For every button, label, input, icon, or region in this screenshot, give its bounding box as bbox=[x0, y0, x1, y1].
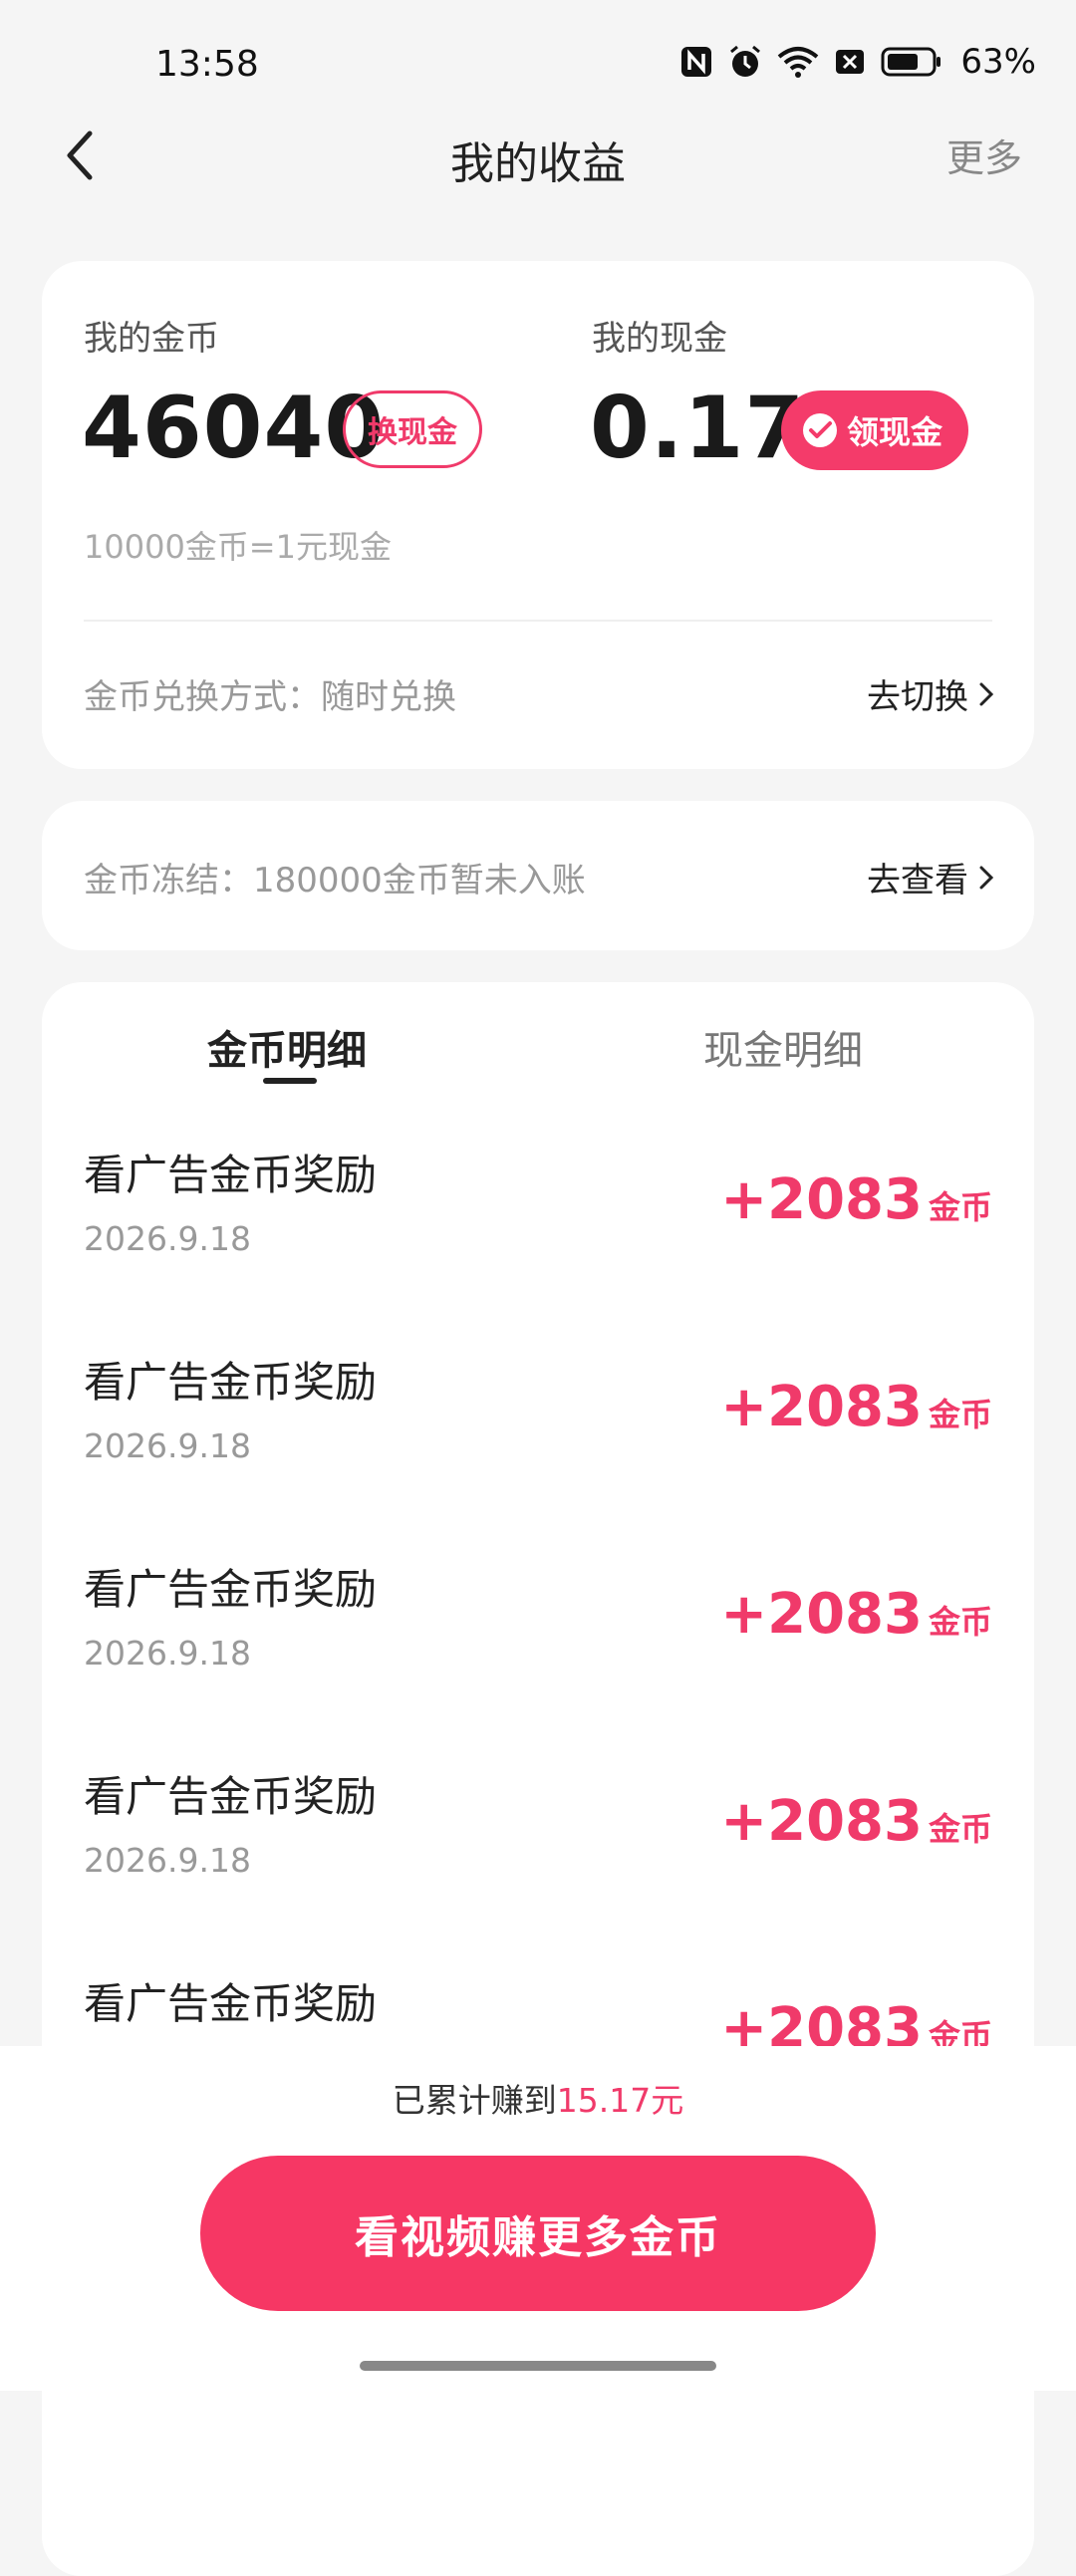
page-title: 我的收益 bbox=[450, 138, 626, 189]
record-date: 2026.9.18 bbox=[84, 1634, 251, 1673]
record-amount-unit: 金币 bbox=[928, 1396, 992, 1433]
record-amount: +2083 金币 bbox=[720, 1167, 992, 1232]
record-amount: +2083 金币 bbox=[720, 1582, 992, 1647]
cash-label: 我的现金 bbox=[592, 319, 727, 359]
more-button[interactable]: 更多 bbox=[946, 128, 1022, 182]
balance-card: 我的金币 46040 换现金 我的现金 0.17 领现金 10000金币=1元现… bbox=[42, 261, 1034, 769]
record-amount-value: +2083 bbox=[720, 1167, 923, 1232]
list-item[interactable]: 看广告金币奖励 2026.9.18 +2083 金币 bbox=[42, 1331, 1034, 1538]
battery-icon bbox=[881, 47, 942, 77]
exchange-rate: 10000金币=1元现金 bbox=[84, 528, 392, 566]
total-earned: 已累计赚到15.17元 bbox=[0, 2074, 1076, 2122]
coins-label: 我的金币 bbox=[84, 319, 219, 359]
frozen-card: 金币冻结：180000金币暂未入账 去查看 bbox=[42, 801, 1034, 950]
notification-icon bbox=[836, 50, 865, 74]
card-divider bbox=[84, 620, 992, 622]
view-frozen-link[interactable]: 去查看 bbox=[867, 853, 994, 902]
alarm-icon bbox=[730, 45, 761, 77]
nfc-icon bbox=[681, 47, 712, 77]
chevron-right-icon bbox=[979, 682, 994, 705]
tab-active-indicator bbox=[263, 1078, 317, 1084]
record-amount-value: +2083 bbox=[720, 1789, 923, 1854]
wifi-icon bbox=[778, 47, 819, 78]
record-title: 看广告金币奖励 bbox=[84, 1565, 378, 1614]
status-icons: 63% bbox=[679, 42, 1036, 82]
total-earned-amount: 15.17元 bbox=[556, 2081, 684, 2120]
tab-coin-details[interactable]: 金币明细 bbox=[207, 1018, 367, 1076]
exchange-method: 金币兑换方式：随时兑换 bbox=[84, 677, 456, 717]
record-title: 看广告金币奖励 bbox=[84, 1772, 378, 1821]
total-earned-prefix: 已累计赚到 bbox=[392, 2081, 557, 2120]
record-title: 看广告金币奖励 bbox=[84, 1358, 378, 1407]
switch-method-link[interactable]: 去切换 bbox=[867, 669, 994, 718]
record-title: 看广告金币奖励 bbox=[84, 1979, 378, 2028]
record-amount-unit: 金币 bbox=[928, 1603, 992, 1641]
home-indicator[interactable] bbox=[360, 2361, 716, 2371]
record-amount-unit: 金币 bbox=[928, 1810, 992, 1848]
record-date: 2026.9.18 bbox=[84, 1426, 251, 1465]
battery-percent: 63% bbox=[960, 42, 1036, 82]
claim-cash-button[interactable]: 领现金 bbox=[781, 390, 969, 470]
status-time: 13:58 bbox=[155, 44, 259, 85]
record-amount: +2083 金币 bbox=[720, 1789, 992, 1854]
chevron-right-icon bbox=[979, 866, 994, 889]
list-item[interactable]: 看广告金币奖励 2026.9.18 +2083 金币 bbox=[42, 1538, 1034, 1745]
list-item[interactable]: 看广告金币奖励 2026.9.18 +2083 金币 bbox=[42, 1124, 1034, 1331]
coins-value: 46040 bbox=[82, 379, 386, 478]
claim-cash-label: 领现金 bbox=[847, 413, 943, 451]
exchange-cash-button[interactable]: 换现金 bbox=[343, 390, 482, 468]
list-item[interactable]: 看广告金币奖励 2026.9.18 +2083 金币 bbox=[42, 1745, 1034, 1952]
frozen-text: 金币冻结：180000金币暂未入账 bbox=[84, 861, 586, 901]
record-amount-value: +2083 bbox=[720, 1375, 923, 1439]
tab-cash-details[interactable]: 现金明细 bbox=[703, 1018, 863, 1076]
record-date: 2026.9.18 bbox=[84, 1219, 251, 1258]
view-frozen-label: 去查看 bbox=[867, 861, 968, 901]
record-amount-value: +2083 bbox=[720, 1582, 923, 1647]
record-date: 2026.9.18 bbox=[84, 1841, 251, 1880]
record-amount-unit: 金币 bbox=[928, 1188, 992, 1226]
record-title: 看广告金币奖励 bbox=[84, 1151, 378, 1199]
wechat-pay-icon bbox=[803, 413, 837, 447]
watch-video-button[interactable]: 看视频赚更多金币 bbox=[200, 2156, 876, 2311]
cash-value: 0.17 bbox=[590, 379, 806, 478]
record-amount: +2083 金币 bbox=[720, 1375, 992, 1439]
switch-method-label: 去切换 bbox=[867, 677, 968, 717]
